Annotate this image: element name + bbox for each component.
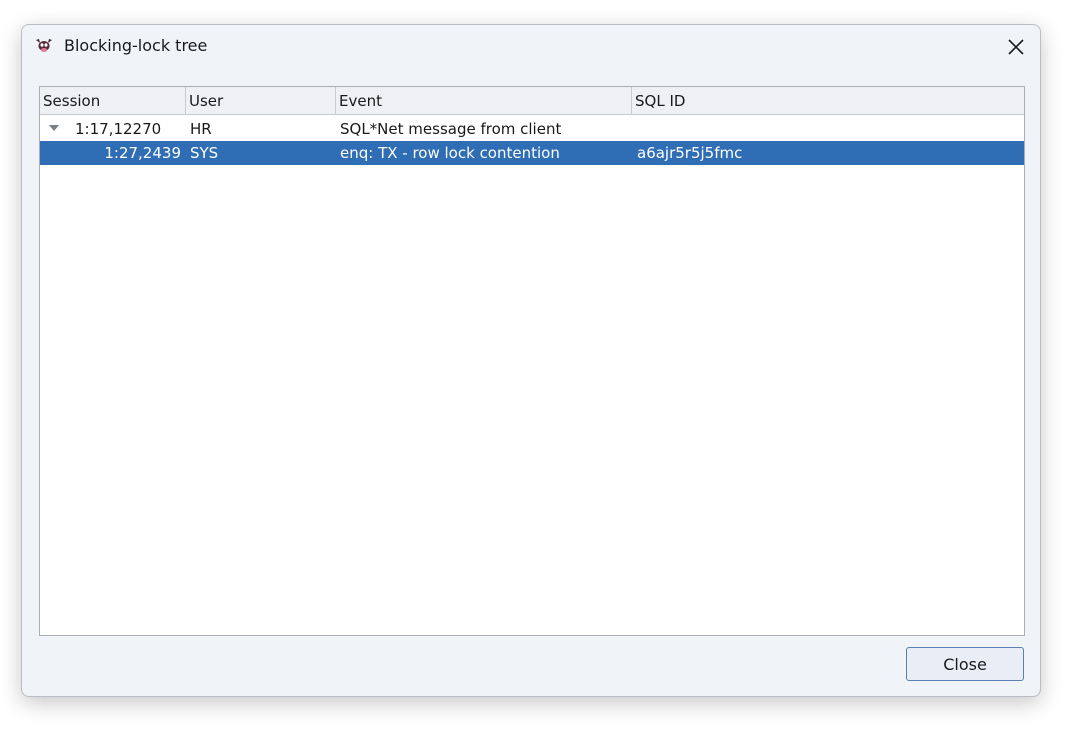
blocking-lock-grid[interactable]: Session User Event SQL ID 1:17,12270 HR …: [39, 86, 1025, 636]
blocking-lock-tree-dialog: Blocking-lock tree Session User Event SQ…: [21, 24, 1041, 697]
title-bar[interactable]: Blocking-lock tree: [22, 25, 1040, 69]
session-cell: 1:17,12270: [75, 120, 162, 138]
user-cell: SYS: [190, 144, 219, 162]
table-row[interactable]: 1:17,12270 HR SQL*Net message from clien…: [40, 117, 1024, 141]
tree-expanded-caret-icon[interactable]: [49, 125, 59, 131]
event-cell: SQL*Net message from client: [340, 120, 562, 138]
grid-header: Session User Event SQL ID: [40, 87, 1024, 115]
window-title: Blocking-lock tree: [64, 36, 208, 55]
close-button[interactable]: Close: [906, 647, 1024, 681]
column-header-event[interactable]: Event: [336, 87, 632, 114]
cow-app-icon: [36, 39, 52, 52]
table-row-selected[interactable]: 1:27,2439 SYS enq: TX - row lock content…: [40, 141, 1024, 165]
column-header-session[interactable]: Session: [40, 87, 186, 114]
event-cell: enq: TX - row lock contention: [340, 144, 560, 162]
column-header-sql-id[interactable]: SQL ID: [632, 87, 1024, 114]
column-header-user[interactable]: User: [186, 87, 336, 114]
user-cell: HR: [190, 120, 212, 138]
session-cell: 1:27,2439: [104, 144, 181, 162]
close-icon[interactable]: [1004, 35, 1028, 59]
desktop-background: Blocking-lock tree Session User Event SQ…: [0, 0, 1071, 733]
sql-id-cell: a6ajr5r5j5fmc: [637, 144, 743, 162]
